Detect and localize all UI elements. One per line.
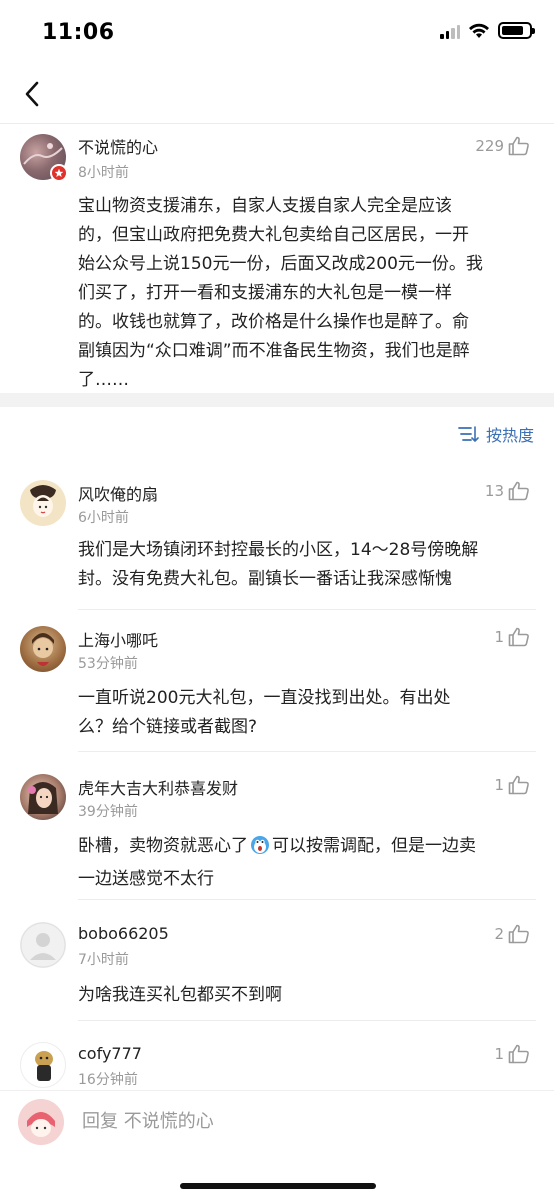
- battery-level-fill: [502, 26, 523, 35]
- comment-line: 副镇因为“众口难调”而不准备民生物资，我们也是醉: [78, 341, 470, 361]
- avatar-image: [32, 633, 54, 666]
- reply-line: 一边送感觉不太行: [78, 869, 214, 889]
- like-count: 2: [494, 925, 504, 943]
- comment-line: 的。收钱也就算了，改价格是什么操作也是醉了。俞: [78, 312, 469, 332]
- reply-divider: [78, 899, 536, 900]
- reply-input[interactable]: 回复 不说慌的心: [82, 1107, 214, 1133]
- back-button[interactable]: [14, 76, 50, 112]
- reply-divider: [78, 751, 536, 752]
- like-button[interactable]: 13: [485, 481, 530, 501]
- comment-line: 宝山物资支援浦东，自家人支援自家人完全是应该: [78, 196, 452, 216]
- reply-time: 53分钟前: [78, 656, 138, 672]
- reply-body: 卧槽，卖物资就恶心了 可以按需调配，但是一边卖 一边送感觉不太行: [78, 832, 536, 894]
- thumbs-up-icon: [508, 627, 529, 647]
- comment-line: 始公众号上说150元一份，后面又改成200元一份。我: [78, 254, 483, 274]
- sort-label: 按热度: [485, 426, 534, 445]
- reply-item: cofy777 16分钟前 1: [0, 1034, 554, 1090]
- reply-input-bar: 回复 不说慌的心: [0, 1090, 554, 1152]
- status-icons: [440, 22, 535, 39]
- avatar-image: [18, 1099, 64, 1145]
- reply-divider: [78, 1020, 536, 1021]
- reply-time: 39分钟前: [78, 804, 138, 820]
- avatar-image: [28, 782, 58, 814]
- like-count: 1: [494, 1045, 504, 1063]
- cellular-signal-icon: [440, 23, 460, 39]
- battery-icon: [498, 22, 535, 39]
- reply-time: 16分钟前: [78, 1072, 138, 1088]
- avatar[interactable]: [20, 626, 66, 672]
- reply-line: 一直听说200元大礼包，一直没找到出处。有出处: [78, 688, 451, 708]
- sort-button[interactable]: 按热度: [458, 422, 534, 446]
- avatar: [18, 1099, 64, 1145]
- reply-body: 我们是大场镇闭环封控最长的小区，14～28号傍晚解 封。没有免费大礼包。副镇长一…: [78, 536, 536, 594]
- main-comment: 不说慌的心 8小时前 229 宝山物资支援浦东，自家人支援自家人完全是应该 的，…: [0, 124, 554, 393]
- reply-body: 为啥我连买礼包都买不到啊: [78, 981, 536, 1010]
- comment-line: 的，但宝山政府把免费大礼包卖给自己区居民，一开: [78, 225, 469, 245]
- reply-line: 封。没有免费大礼包。副镇长一番话让我深感惭愧: [78, 569, 452, 589]
- reply-time: 7小时前: [78, 952, 129, 968]
- sort-icon: [458, 426, 479, 442]
- like-count: 229: [475, 137, 504, 155]
- reply-text-segment: 卧槽，卖物资就恶心了: [78, 836, 248, 856]
- verified-badge-icon: [50, 164, 68, 182]
- reply-divider: [78, 609, 536, 610]
- reply-item: 虎年大吉大利恭喜发财 39分钟前 1 卧槽，卖物资就恶心了 可以按需调配，但是一…: [0, 766, 554, 906]
- reply-body: 一直听说200元大礼包，一直没找到出处。有出处 么？给个链接或者截图?: [78, 684, 536, 742]
- reply-line: 为啥我连买礼包都买不到啊: [78, 985, 282, 1005]
- chevron-left-icon: [25, 81, 39, 107]
- comment-time: 8小时前: [78, 165, 129, 181]
- like-button[interactable]: 2: [494, 924, 530, 944]
- section-divider: [0, 393, 554, 407]
- comment-body: 宝山物资支援浦东，自家人支援自家人完全是应该 的，但宝山政府把免费大礼包卖给自己…: [78, 192, 536, 395]
- nav-bar: [0, 66, 554, 124]
- thumbs-up-icon: [508, 924, 529, 944]
- reply-line: 我们是大场镇闭环封控最长的小区，14～28号傍晚解: [78, 540, 479, 560]
- like-button[interactable]: 229: [475, 136, 530, 156]
- avatar-image: [30, 485, 56, 517]
- reply-author[interactable]: cofy777: [78, 1044, 142, 1063]
- home-indicator[interactable]: [180, 1183, 376, 1189]
- reply-text-segment: 可以按需调配，但是一边卖: [272, 836, 476, 856]
- avatar-image: [35, 1051, 53, 1081]
- thumbs-up-icon: [508, 775, 529, 795]
- thumbs-up-icon: [508, 1044, 529, 1064]
- reply-line: 么？给个链接或者截图?: [78, 717, 258, 737]
- avatar[interactable]: [20, 922, 66, 968]
- like-button[interactable]: 1: [494, 775, 530, 795]
- comment-line: 们买了，打开一看和支援浦东的大礼包是一模一样: [78, 283, 452, 303]
- reply-item: 风吹俺的扇 6小时前 13 我们是大场镇闭环封控最长的小区，14～28号傍晚解 …: [0, 470, 554, 610]
- like-button[interactable]: 1: [494, 1044, 530, 1064]
- comment-line: 了……: [78, 370, 129, 390]
- reply-author[interactable]: 上海小哪吒: [78, 627, 158, 651]
- reply-time: 6小时前: [78, 510, 129, 526]
- avatar[interactable]: [20, 774, 66, 820]
- thumbs-up-icon: [508, 481, 529, 501]
- wifi-icon: [469, 23, 489, 38]
- comment-author[interactable]: 不说慌的心: [78, 134, 158, 158]
- reply-author[interactable]: 风吹俺的扇: [78, 481, 158, 505]
- thumbs-up-icon: [508, 136, 529, 156]
- like-count: 13: [484, 482, 504, 500]
- status-bar: 11:06: [0, 0, 554, 66]
- like-button[interactable]: 1: [494, 627, 530, 647]
- reply-author[interactable]: 虎年大吉大利恭喜发财: [78, 775, 238, 799]
- like-count: 1: [494, 628, 504, 646]
- reply-item: bobo66205 7小时前 2 为啥我连买礼包都买不到啊: [0, 914, 554, 1024]
- avatar[interactable]: [20, 480, 66, 526]
- reply-line: 卧槽，卖物资就恶心了 可以按需调配，但是一边卖: [78, 832, 536, 865]
- status-time: 11:06: [42, 20, 115, 45]
- default-avatar-icon: [20, 922, 66, 968]
- reply-author[interactable]: bobo66205: [78, 924, 169, 943]
- emoji-shocked-icon: [250, 835, 270, 865]
- avatar[interactable]: [20, 1042, 66, 1088]
- reply-item: 上海小哪吒 53分钟前 1 一直听说200元大礼包，一直没找到出处。有出处 么？…: [0, 618, 554, 758]
- like-count: 1: [494, 776, 504, 794]
